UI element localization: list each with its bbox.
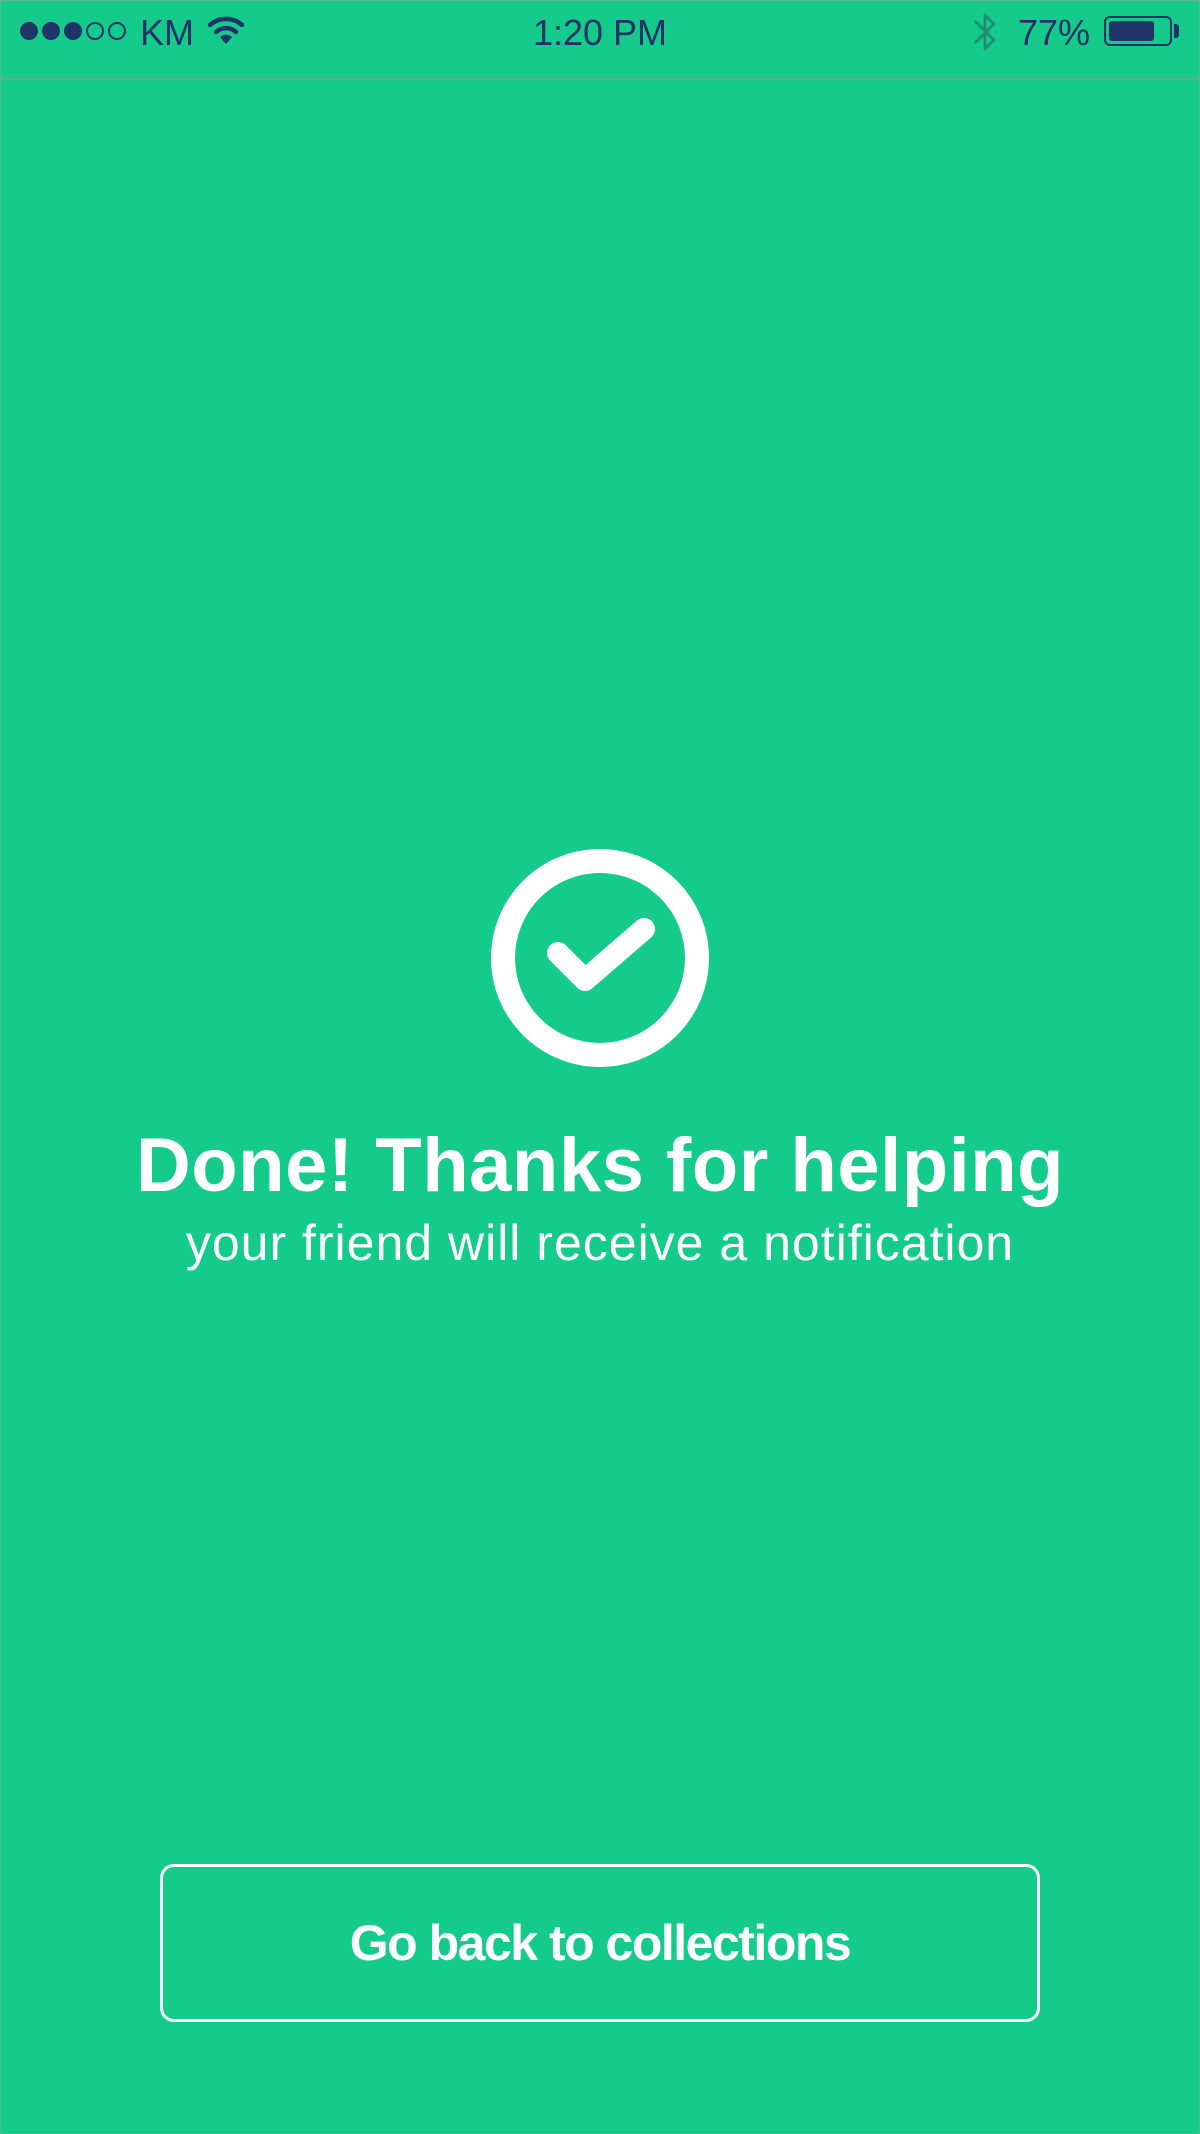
bluetooth-icon	[974, 13, 996, 51]
battery-icon	[1104, 16, 1172, 46]
check-circle-icon	[491, 849, 709, 1067]
back-to-collections-button[interactable]: Go back to collections	[160, 1864, 1040, 2022]
battery-terminal	[1174, 24, 1179, 38]
confirmation-title: Done! Thanks for helping	[135, 1123, 1065, 1208]
status-bar: KM 1:20 PM 77%	[0, 0, 1200, 80]
battery-percentage: 77%	[1018, 12, 1091, 53]
battery-level-fill	[1109, 21, 1154, 41]
confirmation-subtitle: your friend will receive a notification	[185, 1215, 1015, 1271]
